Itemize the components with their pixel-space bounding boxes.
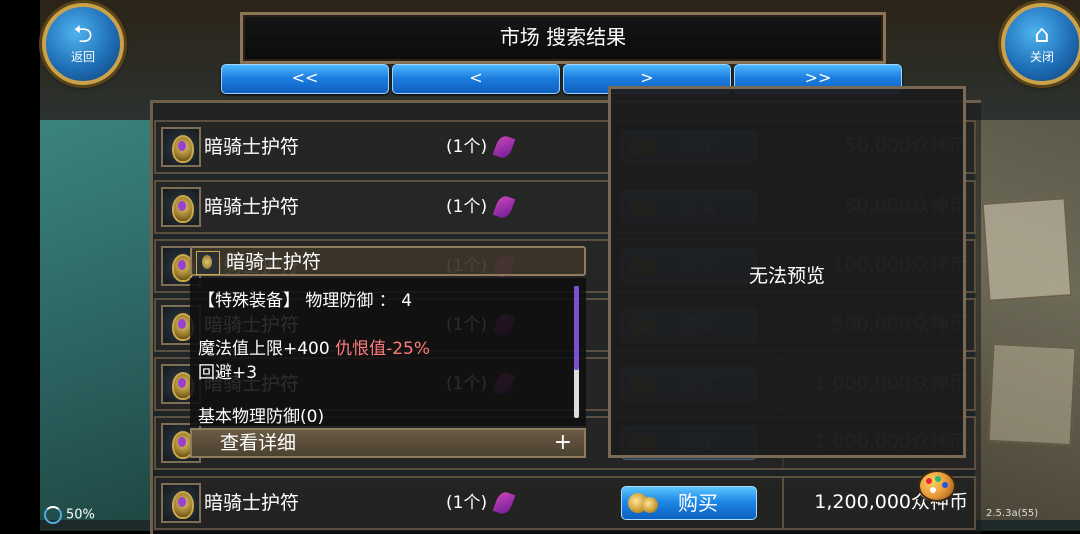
feather-icon bbox=[492, 133, 516, 161]
amulet-icon bbox=[196, 251, 220, 275]
preview-panel: 无法预览 bbox=[608, 86, 966, 458]
item-tooltip: 暗骑士护符 【特殊装备】 物理防御 ： 4 魔法值上限+400 仇恨值-25% … bbox=[190, 246, 588, 460]
amulet-icon[interactable] bbox=[161, 187, 201, 227]
listing-qty: (1个) bbox=[446, 137, 488, 157]
tooltip-stat-line: 魔法值上限+400 仇恨值-25% bbox=[198, 334, 430, 359]
listing-row[interactable]: 暗骑士护符 (1个) 购买 1,200,000众神币 bbox=[154, 476, 976, 530]
left-letterbox bbox=[0, 0, 40, 531]
listing-qty: (1个) bbox=[446, 197, 488, 217]
tooltip-body: 【特殊装备】 物理防御 ： 4 魔法值上限+400 仇恨值-25% 回避+3 基… bbox=[190, 278, 586, 427]
view-details-button[interactable]: 查看详细 + bbox=[190, 428, 586, 458]
background-wall-left bbox=[40, 120, 150, 520]
palette-icon[interactable] bbox=[918, 470, 956, 502]
scrollbar-thumb[interactable] bbox=[574, 286, 579, 370]
close-button-label: 关闭 bbox=[1029, 50, 1054, 64]
listing-qty: (1个) bbox=[446, 493, 488, 513]
battery-percent: 50% bbox=[66, 507, 95, 523]
tooltip-stat-line: 【特殊装备】 物理防御 ： 4 bbox=[198, 291, 413, 311]
battery-status: 50% bbox=[44, 506, 95, 524]
close-button[interactable]: ⌂ 关闭 bbox=[1001, 3, 1080, 85]
version-label: 2.5.3a(55) bbox=[986, 508, 1039, 519]
tooltip-scrollbar[interactable] bbox=[574, 286, 579, 418]
first-page-button[interactable]: << bbox=[221, 64, 389, 94]
feather-icon bbox=[492, 193, 516, 221]
tooltip-stat-line: 回避+3 bbox=[198, 363, 258, 383]
return-arrow-icon: ⮌ bbox=[73, 20, 93, 48]
amulet-icon[interactable] bbox=[161, 127, 201, 167]
amulet-icon[interactable] bbox=[161, 483, 201, 523]
tooltip-mana-stat: 魔法值上限+400 bbox=[198, 339, 336, 359]
loading-icon bbox=[44, 506, 62, 524]
tooltip-hate-stat: 仇恨值-25% bbox=[335, 339, 431, 359]
home-icon: ⌂ bbox=[1034, 20, 1050, 48]
prev-page-button[interactable]: < bbox=[392, 64, 560, 94]
back-button[interactable]: ⮌ 返回 bbox=[42, 3, 124, 85]
tooltip-item-name: 暗骑士护符 bbox=[226, 251, 322, 273]
listing-name: 暗骑士护符 bbox=[204, 492, 300, 514]
preview-message: 无法预览 bbox=[748, 265, 825, 287]
plus-icon: + bbox=[553, 430, 572, 455]
feather-icon bbox=[492, 489, 516, 517]
buy-button-label: 购买 bbox=[678, 491, 718, 515]
view-details-label: 查看详细 bbox=[220, 432, 297, 454]
background-poster bbox=[981, 197, 1073, 302]
background-poster bbox=[987, 342, 1077, 447]
page-title: 市场 搜索结果 bbox=[240, 12, 886, 64]
listing-name: 暗骑士护符 bbox=[204, 136, 300, 158]
back-button-label: 返回 bbox=[70, 50, 95, 64]
listing-name: 暗骑士护符 bbox=[204, 196, 300, 218]
tooltip-stat-line: 基本物理防御(0) bbox=[198, 407, 325, 427]
buy-button[interactable]: 购买 bbox=[621, 486, 757, 520]
background-wall-right bbox=[975, 120, 1080, 520]
tooltip-header: 暗骑士护符 bbox=[190, 246, 586, 276]
